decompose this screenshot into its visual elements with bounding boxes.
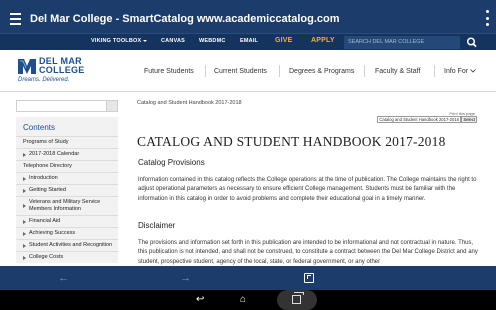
viking-toolbox-link[interactable]: VIKING TOOLBOX: [91, 38, 148, 44]
apply-link[interactable]: APPLY: [311, 37, 335, 44]
nav-divider: [205, 65, 206, 77]
nav-divider: [434, 65, 435, 77]
del-mar-college-logo[interactable]: DEL MAR COLLEGE Dreams. Delivered.: [17, 55, 107, 87]
chevron-down-icon: [470, 69, 476, 73]
system-back-icon[interactable]: ↩: [196, 294, 204, 305]
nav-info-for[interactable]: Info For: [444, 68, 476, 75]
catalog-search-input[interactable]: [16, 100, 118, 112]
page-content: Contents Programs of Study 2017-2018 Cal…: [0, 92, 496, 266]
breadcrumb[interactable]: Catalog and Student Handbook 2017-2018: [137, 100, 477, 106]
nav-future-students[interactable]: Future Students: [144, 68, 194, 75]
logo-mark-icon: [18, 59, 36, 74]
main-article: Catalog and Student Handbook 2017-2018 P…: [137, 100, 478, 265]
catalog-search-button[interactable]: [106, 100, 118, 112]
sidebar-item-introduction[interactable]: Introduction: [16, 172, 118, 184]
logo-tagline: Dreams. Delivered.: [18, 77, 70, 83]
system-recents-icon[interactable]: [292, 292, 304, 304]
sidebar-item-veterans[interactable]: Veterans and Military Service Members In…: [16, 196, 118, 215]
expand-arrow-icon: [23, 231, 26, 236]
back-arrow-icon[interactable]: ←: [58, 272, 69, 284]
expand-arrow-icon: [23, 219, 26, 224]
expand-arrow-icon: [23, 152, 26, 157]
tabs-icon[interactable]: [304, 273, 314, 283]
section-heading-catalog-provisions: Catalog Provisions: [138, 158, 205, 167]
menu-icon[interactable]: [0, 0, 30, 37]
forward-arrow-icon[interactable]: →: [180, 272, 191, 284]
expand-arrow-icon: [23, 204, 26, 208]
overflow-menu-icon[interactable]: [484, 10, 490, 26]
sidebar-item-student-activities[interactable]: Student Activities and Recognition: [16, 239, 118, 251]
section-heading-disclaimer: Disclaimer: [138, 221, 176, 230]
webdmc-link[interactable]: WEBDMC: [199, 38, 226, 44]
search-icon[interactable]: [465, 36, 479, 49]
page-title: CATALOG AND STUDENT HANDBOOK 2017-2018: [137, 134, 446, 149]
section-text-disclaimer: The provisions and information set forth…: [138, 240, 478, 265]
app-title: Del Mar College - SmartCatalog www.acade…: [30, 12, 340, 25]
expand-arrow-icon: [23, 243, 26, 248]
sidebar-item-college-costs[interactable]: College Costs: [16, 251, 118, 263]
section-text-catalog-provisions: Information contained in this catalog re…: [138, 177, 477, 202]
system-home-icon[interactable]: ⌂: [240, 294, 246, 305]
site-search-input[interactable]: SEARCH DEL MAR COLLEGE: [344, 36, 460, 49]
sidebar-item-financial-aid[interactable]: Financial Aid: [16, 215, 118, 227]
expand-arrow-icon: [23, 188, 26, 193]
email-link[interactable]: EMAIL: [240, 38, 258, 44]
expand-arrow-icon: [23, 176, 26, 181]
catalog-select-button[interactable]: Select: [461, 116, 477, 123]
sidebar-item-telephone-directory[interactable]: Telephone Directory: [16, 160, 118, 172]
contents-heading: Contents: [23, 123, 56, 132]
nav-faculty-staff[interactable]: Faculty & Staff: [375, 68, 420, 75]
catalog-select[interactable]: Catalog and Student Handbook 2017-2018: [377, 116, 461, 123]
catalog-sidebar: Contents Programs of Study 2017-2018 Cal…: [16, 100, 118, 263]
expand-arrow-icon: [23, 255, 26, 260]
nav-current-students[interactable]: Current Students: [214, 68, 267, 75]
site-header: DEL MAR COLLEGE Dreams. Delivered. Futur…: [0, 50, 496, 92]
utility-toolbar: VIKING TOOLBOX CANVAS WEBDMC EMAIL GIVE …: [0, 33, 496, 50]
contents-panel: Contents Programs of Study 2017-2018 Cal…: [16, 117, 118, 263]
nav-divider: [279, 65, 280, 77]
nav-degrees-programs[interactable]: Degrees & Programs: [289, 68, 354, 75]
sidebar-item-getting-started[interactable]: Getting Started: [16, 184, 118, 196]
sidebar-item-calendar[interactable]: 2017-2018 Calendar: [16, 148, 118, 160]
logo-line-2: COLLEGE: [39, 65, 85, 75]
sidebar-item-programs-of-study[interactable]: Programs of Study: [16, 136, 118, 148]
caret-down-icon: [143, 39, 148, 42]
app-bar: Del Mar College - SmartCatalog www.acade…: [0, 0, 496, 37]
system-navigation-bar: ↩ ⌂: [0, 290, 496, 310]
canvas-link[interactable]: CANVAS: [161, 38, 185, 44]
sidebar-item-achieving-success[interactable]: Achieving Success: [16, 227, 118, 239]
browser-bottom-bar: ← →: [0, 266, 496, 290]
give-link[interactable]: GIVE: [275, 37, 293, 44]
nav-divider: [364, 65, 365, 77]
